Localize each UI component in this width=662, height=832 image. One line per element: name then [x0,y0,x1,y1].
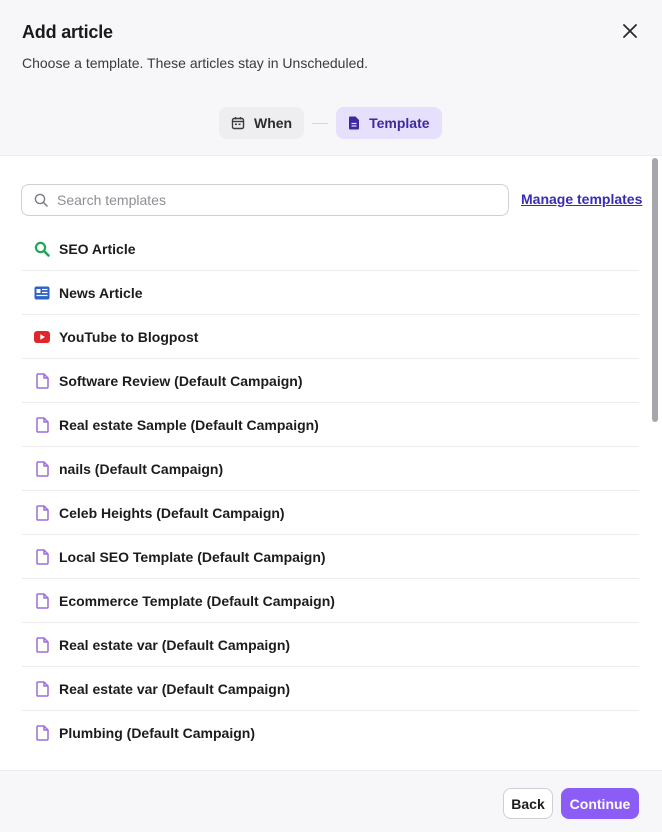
calendar-icon [231,117,245,130]
template-list-scrollbar[interactable] [652,158,658,422]
document-icon [35,725,49,741]
template-item-label: Real estate var (Default Campaign) [59,636,291,653]
newspaper-icon [34,286,50,299]
template-item-label: Local SEO Template (Default Campaign) [59,548,326,565]
manage-templates-link[interactable]: Manage templates [521,191,642,207]
document-icon [35,548,49,565]
template-item-label: Real estate Sample (Default Campaign) [59,416,319,433]
template-item-real-estate-sample[interactable]: Real estate Sample (Default Campaign) [22,403,639,447]
document-icon [35,504,49,521]
template-item-real-estate-var[interactable]: Real estate var (Default Campaign) [22,623,639,667]
search-icon [34,193,48,207]
dialog-header: Add article Choose a template. These art… [0,0,662,156]
continue-button[interactable]: Continue [561,788,639,819]
template-item-plumbing[interactable]: Plumbing (Default Campaign) [22,711,639,755]
document-icon [35,416,49,433]
template-item-label: Real estate var (Default Campaign) [59,680,291,697]
template-item-nails[interactable]: nails (Default Campaign) [22,447,639,491]
template-item-celeb-heights[interactable]: Celeb Heights (Default Campaign) [22,491,639,535]
step-when[interactable]: When [219,107,305,139]
document-icon [35,372,49,389]
add-article-dialog: Add article Choose a template. These art… [0,0,662,832]
template-item-real-estate-var-2[interactable]: Real estate var (Default Campaign) [22,667,639,711]
youtube-icon [34,330,50,343]
search-icon [34,241,50,257]
close-icon [623,24,637,38]
document-icon [349,116,360,130]
document-icon [35,460,49,477]
back-button[interactable]: Back [503,788,553,819]
document-icon [35,636,49,653]
template-item-label: Celeb Heights (Default Campaign) [59,504,285,521]
document-icon [35,680,49,697]
template-item-local-seo[interactable]: Local SEO Template (Default Campaign) [22,535,639,579]
template-item-label: Plumbing (Default Campaign) [59,725,255,741]
step-template[interactable]: Template [336,107,442,139]
dialog-subtitle: Choose a template. These articles stay i… [22,55,369,71]
template-item-software-review[interactable]: Software Review (Default Campaign) [22,359,639,403]
template-list: SEO Article News Article YouTube to Blog… [22,227,639,755]
template-picker: Manage templates SEO Article [0,157,662,770]
step-template-label: Template [369,115,430,131]
template-item-label: News Article [59,284,143,301]
template-item-label: YouTube to Blogpost [59,328,199,345]
dialog-title: Add article [22,22,113,42]
step-when-label: When [254,115,293,131]
search-box[interactable] [21,184,509,216]
template-item-label: SEO Article [59,240,136,257]
search-input[interactable] [57,192,477,208]
template-item-ecommerce[interactable]: Ecommerce Template (Default Campaign) [22,579,639,623]
template-item-label: Ecommerce Template (Default Campaign) [59,592,335,609]
dialog-footer: Back Continue [0,770,662,832]
template-item-seo-article[interactable]: SEO Article [22,227,639,271]
template-item-label: nails (Default Campaign) [59,460,224,477]
step-connector [312,122,329,124]
close-button[interactable] [618,19,642,43]
template-item-news-article[interactable]: News Article [22,271,639,315]
template-item-youtube-to-blogpost[interactable]: YouTube to Blogpost [22,315,639,359]
step-indicator: When Template [219,107,442,139]
template-item-label: Software Review (Default Campaign) [59,372,303,389]
document-icon [35,592,49,609]
